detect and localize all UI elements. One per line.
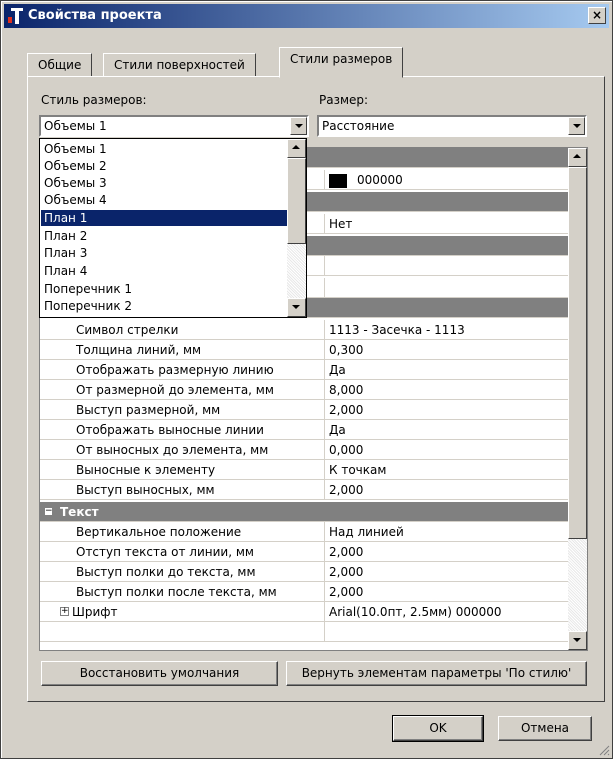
property-row[interactable]: Выступ полки после текста, мм 2,000 — [40, 582, 568, 602]
style-label: Стиль размеров: — [41, 93, 147, 107]
resize-grip-icon[interactable] — [598, 744, 610, 756]
property-row[interactable]: От выносных до элемента, мм 0,000 — [40, 440, 568, 460]
tab-surface-styles[interactable]: Стили поверхностей — [103, 53, 256, 77]
property-row[interactable]: Выступ размерной, мм 2,000 — [40, 400, 568, 420]
chevron-down-icon — [295, 124, 303, 128]
property-row[interactable]: Отображать выносные линии Да — [40, 420, 568, 440]
property-row[interactable]: Отображать размерную линию Да — [40, 360, 568, 380]
property-row[interactable]: Выступ выносных, мм 2,000 — [40, 480, 568, 500]
expand-icon[interactable]: + — [60, 607, 69, 616]
project-properties-dialog: Свойства проекта × Общие Стили поверхнос… — [0, 0, 613, 759]
tab-general[interactable]: Общие — [27, 53, 93, 77]
scroll-thumb[interactable] — [287, 158, 306, 244]
style-combo-value: Объемы 1 — [44, 119, 107, 133]
property-row[interactable] — [40, 622, 568, 642]
chevron-up-icon — [573, 154, 581, 158]
grid-scrollbar[interactable] — [568, 148, 587, 650]
apply-style-button[interactable]: Вернуть элементам параметры 'По стилю' — [286, 661, 587, 686]
close-icon: × — [591, 8, 603, 22]
window-title: Свойства проекта — [28, 8, 162, 23]
collapse-icon[interactable]: − — [44, 507, 53, 516]
font-row[interactable]: + Шрифт Arial(10.0пт, 2.5мм) 000000 — [40, 602, 568, 622]
list-item[interactable]: Поперечник 2 — [41, 298, 287, 314]
app-t-icon — [8, 8, 23, 24]
style-combo[interactable]: Объемы 1 — [39, 115, 309, 137]
scroll-down-button[interactable] — [568, 631, 587, 650]
list-item-selected[interactable]: План 1 — [41, 210, 287, 226]
dropdown-scrollbar[interactable] — [287, 139, 306, 317]
close-button[interactable]: × — [588, 7, 606, 24]
category-text-label: Текст — [60, 505, 99, 519]
scroll-up-button[interactable] — [287, 139, 306, 158]
style-dropdown-list[interactable]: Объемы 1 Объемы 2 Объемы 3 Объемы 4 План… — [39, 138, 307, 318]
list-item[interactable]: Поперечник 1 — [41, 281, 287, 297]
property-row[interactable]: Символ стрелки 1113 - Засечка - 1113 — [40, 320, 568, 340]
style-combo-button[interactable] — [290, 117, 307, 135]
restore-defaults-button[interactable]: Восстановить умолчания — [41, 661, 278, 686]
yes-no-value[interactable]: Нет — [324, 214, 568, 234]
list-item[interactable]: Объемы 3 — [41, 175, 287, 191]
list-item[interactable]: Объемы 4 — [41, 192, 287, 208]
size-combo-button[interactable] — [568, 117, 585, 135]
property-row[interactable]: Вертикальное положение Над линией — [40, 522, 568, 542]
chevron-up-icon — [292, 145, 300, 149]
size-combo-value: Расстояние — [322, 119, 395, 133]
color-swatch — [329, 173, 347, 188]
list-item[interactable]: Объемы 1 — [41, 141, 287, 157]
size-combo[interactable]: Расстояние — [317, 115, 587, 137]
property-row[interactable]: Толщина линий, мм 0,300 — [40, 340, 568, 360]
property-row[interactable]: Отступ текста от линии, мм 2,000 — [40, 542, 568, 562]
list-item[interactable]: Объемы 2 — [41, 158, 287, 174]
property-row[interactable]: Выносные к элементу К точкам — [40, 460, 568, 480]
scroll-thumb[interactable] — [568, 167, 587, 539]
chevron-down-icon — [573, 638, 581, 642]
tab-dimension-styles[interactable]: Стили размеров — [279, 47, 404, 78]
list-item[interactable]: План 3 — [41, 245, 287, 261]
scroll-down-button[interactable] — [287, 298, 306, 317]
list-item[interactable]: План 2 — [41, 228, 287, 244]
list-item[interactable]: План 4 — [41, 263, 287, 279]
chevron-down-icon — [573, 124, 581, 128]
ok-button[interactable]: OK — [392, 715, 484, 742]
chevron-down-icon — [292, 305, 300, 309]
cancel-button[interactable]: Отмена — [498, 716, 592, 741]
scroll-up-button[interactable] — [568, 148, 587, 167]
property-row[interactable]: От размерной до элемента, мм 8,000 — [40, 380, 568, 400]
property-row[interactable]: Выступ полки до текста, мм 2,000 — [40, 562, 568, 582]
category-text[interactable]: − Текст — [40, 502, 568, 522]
size-label: Размер: — [319, 93, 369, 107]
color-value[interactable]: 000000 — [324, 170, 568, 190]
title-bar[interactable]: Свойства проекта × — [4, 4, 609, 28]
